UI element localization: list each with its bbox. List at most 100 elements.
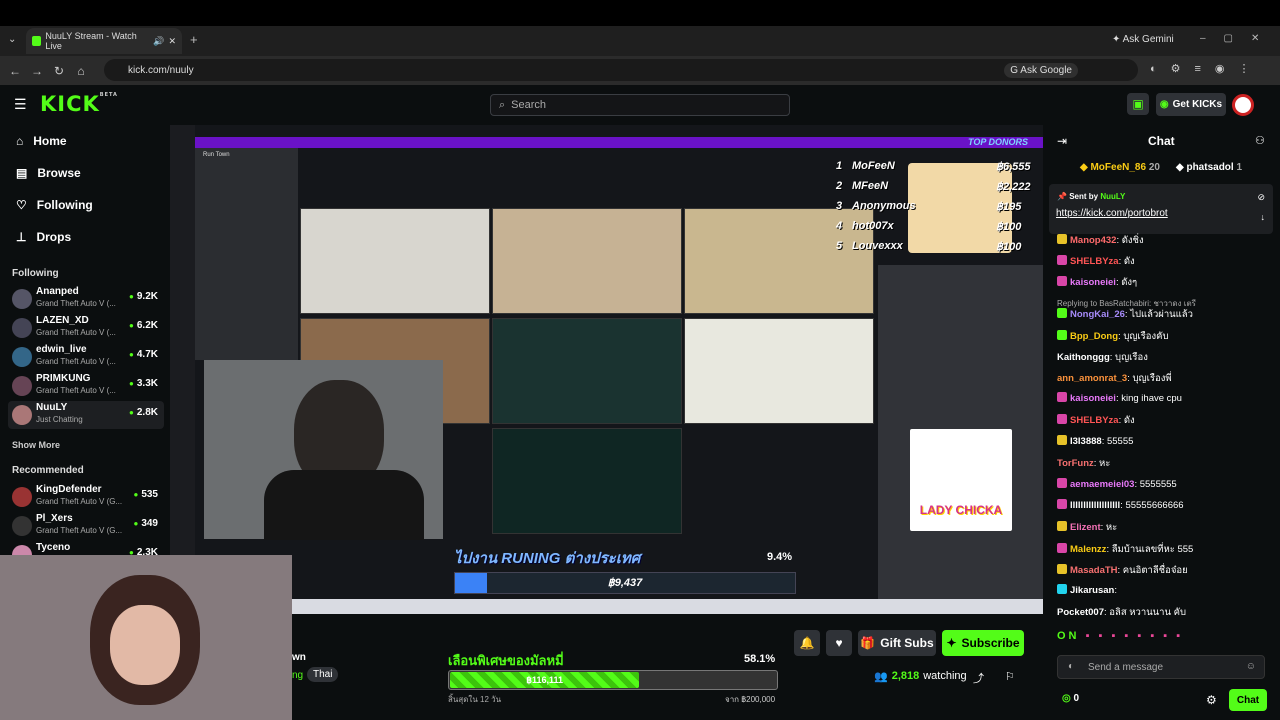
expand-icon[interactable]: ↓	[1261, 212, 1266, 222]
following-channel-ananped[interactable]: Ananped Grand Theft Auto V (... 9.2K	[8, 285, 164, 313]
avatar	[12, 318, 32, 338]
notification-bell-button[interactable]: 🔔	[794, 630, 820, 656]
report-icon[interactable]: ⚐	[1005, 670, 1015, 683]
get-kicks-button[interactable]: ◉ Get KICKs	[1156, 93, 1226, 116]
extension-icons[interactable]: ◐⚙≡◉⋮	[1150, 62, 1264, 75]
chat-username[interactable]: I3I3888	[1070, 436, 1102, 447]
nav-browse[interactable]: ▤ Browse	[16, 166, 81, 180]
studio-icon[interactable]: ▣	[1127, 93, 1149, 115]
chat-username[interactable]: lllllllllllllllllll	[1070, 500, 1120, 511]
donor-amount: ฿195	[996, 201, 1022, 213]
channel-name: edwin_live	[36, 344, 87, 355]
following-channel-edwin[interactable]: edwin_live Grand Theft Auto V (... 4.7K	[8, 343, 164, 371]
chat-username[interactable]: MasadaTH	[1070, 565, 1118, 576]
recommended-section-title: Recommended	[12, 465, 84, 476]
chat-badge-icon	[1057, 255, 1067, 265]
nav-drops[interactable]: ⊥ Drops	[16, 230, 71, 244]
ask-gemini-button[interactable]: ✦ Ask Gemini	[1112, 34, 1174, 45]
unpin-icon[interactable]: ⊘	[1257, 192, 1265, 203]
chat-username[interactable]: SHELBYza	[1070, 415, 1119, 426]
chat-input-placeholder: Send a message	[1088, 661, 1164, 673]
tag-thai[interactable]: Thai	[307, 667, 339, 682]
chat-text: บุญเรืองพี่	[1132, 373, 1172, 384]
forward-icon[interactable]: →	[26, 64, 48, 78]
chat-identity-icon[interactable]: ◐	[1068, 661, 1074, 672]
subscribe-button[interactable]: ✦ Subscribe	[942, 630, 1024, 656]
chat-username[interactable]: Bpp_Dong	[1070, 331, 1118, 342]
search-input[interactable]: ⌕ Search	[490, 94, 790, 116]
collapse-chat-icon[interactable]: ⇥	[1057, 134, 1067, 148]
avatar	[12, 405, 32, 425]
chat-username[interactable]: Malenzz	[1070, 544, 1106, 555]
follow-heart-button[interactable]: ♥	[826, 630, 852, 656]
nav-following[interactable]: ♡ Following	[16, 198, 93, 212]
tab-list-icon[interactable]: ⌄	[8, 34, 16, 45]
home-browser-icon[interactable]: ⌂	[70, 64, 92, 78]
chat-title: Chat	[1148, 134, 1175, 148]
chat-text: 5555555	[1139, 479, 1177, 490]
chat-username[interactable]: Jikarusan	[1070, 585, 1114, 596]
search-icon: ⌕	[499, 98, 506, 111]
ask-google-button[interactable]: G Ask Google	[1004, 62, 1078, 78]
back-icon[interactable]: ←	[4, 64, 26, 78]
reload-icon[interactable]: ↻	[48, 64, 70, 78]
show-more-link[interactable]: Show More	[12, 440, 60, 450]
chat-settings-icon[interactable]: ⚙	[1206, 693, 1217, 707]
category-fragment[interactable]: ng	[292, 670, 303, 681]
following-channel-lazen[interactable]: LAZEN_XD Grand Theft Auto V (... 6.2K	[8, 314, 164, 342]
chat-message: Manop432: ดังชิ่ง	[1057, 233, 1144, 248]
emoji-icon[interactable]: ☺	[1246, 661, 1256, 672]
nav-home[interactable]: ⌂ Home	[16, 134, 67, 148]
channel-points[interactable]: ◎ 0	[1062, 693, 1079, 704]
menu-icon[interactable]: ☰	[14, 96, 27, 113]
pinned-link[interactable]: https://kick.com/portobrot	[1056, 208, 1168, 219]
chat-username[interactable]: aemaemeiei03	[1070, 479, 1134, 490]
following-channel-nuuly-active[interactable]: NuuLY Just Chatting 2.8K	[8, 401, 164, 429]
chat-badge-icon	[1057, 543, 1067, 553]
donor-amount: ฿100	[996, 221, 1022, 233]
recommended-channel-plxers[interactable]: Pl_Xers Grand Theft Auto V (G... 349	[8, 512, 164, 540]
emote-row[interactable]: ON ▪ ▪ ▪ ▪ ▪ ▪ ▪ ▪	[1057, 630, 1183, 642]
donor-rank: 1	[836, 160, 843, 172]
chat-username[interactable]: SHELBYza	[1070, 256, 1119, 267]
window-controls[interactable]: –▢✕	[1200, 33, 1277, 44]
sidebar: ⌂ Home ▤ Browse ♡ Following ⊥ Drops Followin…	[0, 125, 170, 560]
chat-username[interactable]: Elizent	[1070, 522, 1101, 533]
browser-tab[interactable]: NuuLY Stream - Watch Live 🔊 ✕	[26, 28, 182, 54]
new-tab-button[interactable]: +	[190, 32, 198, 47]
chat-text: ดังๆ	[1121, 277, 1138, 288]
user-avatar[interactable]	[1232, 94, 1254, 116]
streamer-name-fragment[interactable]: wn	[292, 652, 306, 663]
recommended-channel-kingdefender[interactable]: KingDefender Grand Theft Auto V (G... 535	[8, 483, 164, 511]
chat-username[interactable]: NongKai_26	[1070, 309, 1125, 320]
chat-users-icon[interactable]: ⚇	[1255, 134, 1265, 147]
chat-badge-icon	[1057, 234, 1067, 244]
pinned-message[interactable]: 📌 Sent by NuuLY https://kick.com/portobr…	[1049, 184, 1273, 234]
chat-badge-icon	[1057, 499, 1067, 509]
chat-username[interactable]: kaisoneiei	[1070, 393, 1116, 404]
following-section-title: Following	[12, 268, 59, 279]
close-tab-icon[interactable]: ✕	[168, 36, 176, 47]
chat-message: aemaemeiei03: 5555555	[1057, 478, 1177, 490]
chat-username[interactable]: ann_amonrat_3	[1057, 373, 1127, 384]
chat-username[interactable]: Manop432	[1070, 235, 1116, 246]
chat-badge-icon	[1057, 584, 1067, 594]
chat-username[interactable]: Pocket007	[1057, 607, 1104, 618]
channel-game: Grand Theft Auto V (...	[36, 328, 116, 337]
donor-name: Louvexxx	[852, 240, 903, 252]
address-bar[interactable]: kick.com/nuuly G Ask Google	[104, 59, 1138, 81]
chat-send-button[interactable]: Chat	[1229, 689, 1267, 711]
chat-username[interactable]: TorFunz	[1057, 458, 1094, 469]
avatar	[12, 347, 32, 367]
following-channel-primkung[interactable]: PRIMKUNG Grand Theft Auto V (... 3.3K	[8, 372, 164, 400]
share-icon[interactable]: ⤴	[973, 670, 984, 686]
gift-subs-button[interactable]: 🎁 Gift Subs	[858, 630, 936, 656]
chat-message-input[interactable]: ◐ Send a message ☺	[1057, 655, 1265, 679]
voice-tile	[492, 318, 682, 424]
chat-message: lllllllllllllllllll: 55555666666	[1057, 499, 1184, 511]
speaker-icon[interactable]: 🔊	[153, 36, 164, 47]
kick-logo[interactable]: KICKBETA	[40, 92, 118, 116]
chat-username[interactable]: Kaithonggg	[1057, 352, 1110, 363]
chat-message: kaisoneiei: king ihave cpu	[1057, 392, 1182, 404]
chat-username[interactable]: kaisoneiei	[1070, 277, 1116, 288]
